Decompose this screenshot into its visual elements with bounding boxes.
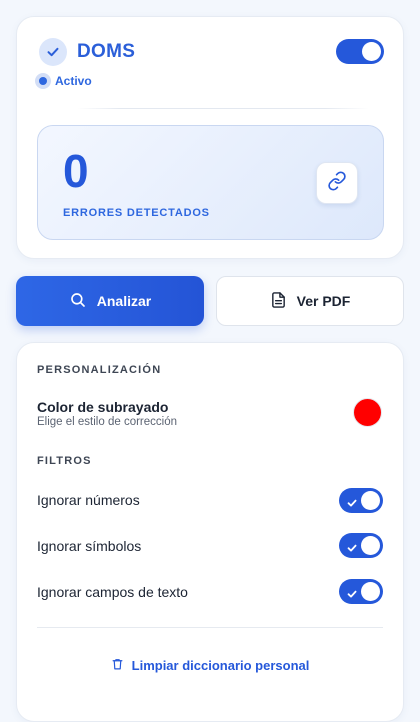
underline-color-title: Color de subrayado — [37, 399, 169, 415]
search-icon — [69, 291, 97, 312]
status-dot-icon — [35, 73, 51, 89]
filters-heading: FILTROS — [37, 455, 92, 467]
toggle-knob — [361, 582, 380, 601]
link-button[interactable] — [316, 162, 358, 204]
filter-label: Ignorar números — [37, 492, 140, 508]
clear-dictionary-button[interactable]: Limpiar diccionario personal — [17, 657, 403, 674]
check-icon — [347, 586, 357, 604]
brand: DOMS — [39, 38, 135, 66]
underline-color-swatch[interactable] — [353, 398, 382, 427]
trash-icon — [111, 657, 132, 674]
status-indicator: Activo — [35, 73, 92, 89]
extension-toggle[interactable] — [336, 39, 384, 64]
clear-dictionary-label: Limpiar diccionario personal — [131, 658, 310, 673]
errors-panel: 0 ERRORES DETECTADOS — [37, 125, 384, 240]
check-icon — [347, 540, 357, 558]
errors-count: 0 — [63, 145, 89, 197]
app-title: DOMS — [77, 41, 136, 62]
toggle-knob — [362, 42, 381, 61]
view-pdf-button[interactable]: Ver PDF — [216, 276, 404, 326]
personalization-heading: PERSONALIZACIÓN — [37, 364, 162, 376]
filter-label: Ignorar campos de texto — [37, 584, 188, 600]
link-icon — [327, 170, 347, 196]
settings-card: PERSONALIZACIÓN Color de subrayado Elige… — [16, 342, 404, 722]
document-icon — [270, 291, 297, 312]
errors-label: ERRORES DETECTADOS — [63, 207, 210, 219]
check-icon — [39, 38, 67, 66]
toggle-knob — [361, 536, 380, 555]
divider — [37, 627, 383, 628]
filter-toggle-symbols[interactable] — [339, 533, 383, 558]
underline-color-subtitle: Elige el estilo de corrección — [37, 416, 177, 428]
filter-label: Ignorar símbolos — [37, 538, 142, 554]
filter-toggle-numbers[interactable] — [339, 488, 383, 513]
status-card: DOMS Activo 0 ERRORES DETECTADOS — [16, 16, 404, 259]
divider — [77, 108, 369, 109]
toggle-knob — [361, 491, 380, 510]
filter-toggle-text-fields[interactable] — [339, 579, 383, 604]
check-icon — [347, 495, 357, 513]
analyze-label: Analizar — [96, 293, 152, 309]
analyze-button[interactable]: Analizar — [16, 276, 204, 326]
view-pdf-label: Ver PDF — [296, 293, 351, 309]
status-text: Activo — [55, 74, 92, 88]
